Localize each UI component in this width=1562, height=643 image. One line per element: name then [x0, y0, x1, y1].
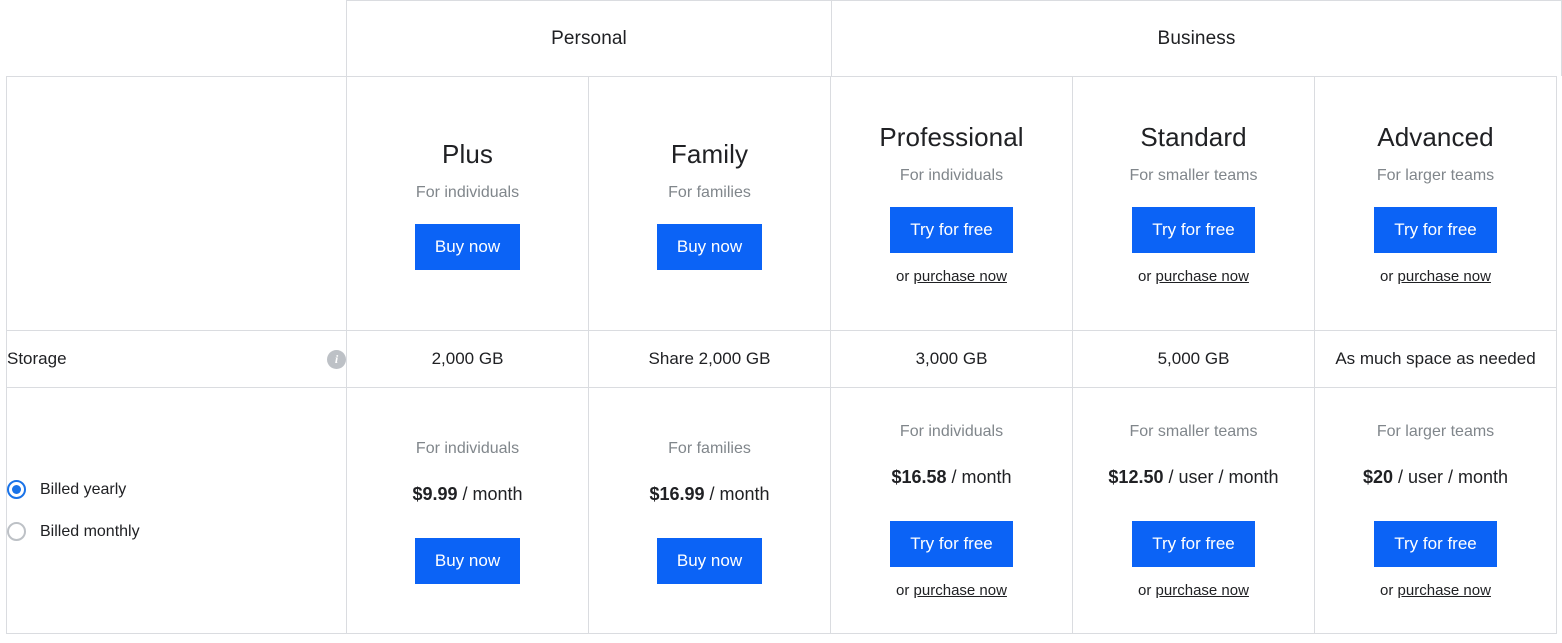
price-cell-plus: For individuals $9.99 / month Buy now	[347, 388, 589, 634]
price-cell-professional: For individuals $16.58 / month Try for f…	[831, 388, 1073, 634]
storage-value-advanced: As much space as needed	[1315, 331, 1557, 388]
group-header-spacer	[0, 0, 346, 77]
price-unit-standard: / user / month	[1169, 467, 1279, 487]
price-or-word-standard: or	[1138, 582, 1156, 599]
purchase-now-link-advanced[interactable]: purchase now	[1398, 268, 1491, 285]
price-cell-advanced: For larger teams $20 / user / month Try …	[1315, 388, 1557, 634]
price-purchase-now-link-standard[interactable]: purchase now	[1156, 582, 1249, 599]
plan-headers-empty-label-cell	[7, 77, 347, 331]
purchase-now-link-professional[interactable]: purchase now	[914, 268, 1007, 285]
storage-row-label: Storage	[7, 348, 67, 370]
plan-tagline-standard: For smaller teams	[1073, 165, 1314, 187]
storage-value-standard: 5,000 GB	[1073, 331, 1315, 388]
price-amount-advanced: $20	[1363, 467, 1393, 487]
plan-header-advanced: Advanced For larger teams Try for free o…	[1315, 77, 1557, 331]
price-line-standard: $12.50 / user / month	[1073, 465, 1314, 489]
price-tagline-plus: For individuals	[347, 438, 588, 460]
plan-group-header-row: Personal Business	[0, 0, 1562, 77]
price-purchase-now-line-advanced: or purchase now	[1315, 581, 1556, 601]
price-amount-standard: $12.50	[1108, 467, 1163, 487]
price-tagline-professional: For individuals	[831, 421, 1072, 443]
billing-option-monthly-label: Billed monthly	[40, 522, 140, 542]
price-cta-button-plus[interactable]: Buy now	[415, 538, 520, 584]
plan-tagline-advanced: For larger teams	[1315, 165, 1556, 187]
plan-group-business: Business	[831, 0, 1562, 76]
plan-group-personal-label: Personal	[551, 28, 627, 50]
purchase-now-line-professional: or purchase now	[831, 267, 1072, 287]
cta-button-professional[interactable]: Try for free	[890, 207, 1013, 253]
storage-value-professional: 3,000 GB	[831, 331, 1073, 388]
cta-button-advanced[interactable]: Try for free	[1374, 207, 1497, 253]
billing-option-monthly[interactable]: Billed monthly	[7, 522, 346, 542]
radio-icon-yearly[interactable]	[7, 480, 26, 499]
billing-option-yearly-label: Billed yearly	[40, 480, 126, 500]
price-cell-standard: For smaller teams $12.50 / user / month …	[1073, 388, 1315, 634]
plan-tagline-professional: For individuals	[831, 165, 1072, 187]
price-tagline-family: For families	[589, 438, 830, 460]
price-unit-professional: / month	[952, 467, 1012, 487]
purchase-now-link-standard[interactable]: purchase now	[1156, 268, 1249, 285]
price-amount-family: $16.99	[649, 484, 704, 504]
storage-value-plus: 2,000 GB	[347, 331, 589, 388]
plan-name-standard: Standard	[1073, 121, 1314, 153]
price-line-advanced: $20 / user / month	[1315, 465, 1556, 489]
info-icon[interactable]: i	[327, 350, 346, 369]
plan-name-family: Family	[589, 138, 830, 170]
pricing-comparison-table: Personal Business Plus For individuals B…	[0, 0, 1562, 643]
price-purchase-now-line-professional: or purchase now	[831, 581, 1072, 601]
plan-header-standard: Standard For smaller teams Try for free …	[1073, 77, 1315, 331]
plan-header-plus: Plus For individuals Buy now	[347, 77, 589, 331]
price-tagline-advanced: For larger teams	[1315, 421, 1556, 443]
price-purchase-now-link-professional[interactable]: purchase now	[914, 582, 1007, 599]
price-amount-professional: $16.58	[891, 467, 946, 487]
plan-tagline-plus: For individuals	[347, 182, 588, 204]
price-cta-button-professional[interactable]: Try for free	[890, 521, 1013, 567]
or-word-advanced: or	[1380, 268, 1398, 285]
storage-row-label-cell: Storage i	[7, 331, 347, 388]
price-unit-family: / month	[710, 484, 770, 504]
storage-value-family: Share 2,000 GB	[589, 331, 831, 388]
pricing-table: Plus For individuals Buy now Family For …	[6, 76, 1557, 634]
price-line-professional: $16.58 / month	[831, 465, 1072, 489]
price-cta-button-advanced[interactable]: Try for free	[1374, 521, 1497, 567]
plan-header-family: Family For families Buy now	[589, 77, 831, 331]
price-unit-advanced: / user / month	[1398, 467, 1508, 487]
plan-group-business-label: Business	[1158, 28, 1236, 50]
billing-cycle-cell: Billed yearly Billed monthly	[7, 388, 347, 634]
price-line-plus: $9.99 / month	[347, 482, 588, 506]
storage-row: Storage i 2,000 GB Share 2,000 GB 3,000 …	[7, 331, 1557, 388]
price-purchase-now-link-advanced[interactable]: purchase now	[1398, 582, 1491, 599]
price-or-word-advanced: or	[1380, 582, 1398, 599]
cta-button-plus[interactable]: Buy now	[415, 224, 520, 270]
price-line-family: $16.99 / month	[589, 482, 830, 506]
billing-cycle-radio-group: Billed yearly Billed monthly	[7, 480, 346, 542]
price-cell-family: For families $16.99 / month Buy now	[589, 388, 831, 634]
plan-name-advanced: Advanced	[1315, 121, 1556, 153]
price-unit-plus: / month	[463, 484, 523, 504]
or-word-standard: or	[1138, 268, 1156, 285]
plan-headers-row: Plus For individuals Buy now Family For …	[7, 77, 1557, 331]
or-word-professional: or	[896, 268, 914, 285]
plan-header-professional: Professional For individuals Try for fre…	[831, 77, 1073, 331]
cta-button-family[interactable]: Buy now	[657, 224, 762, 270]
purchase-now-line-advanced: or purchase now	[1315, 267, 1556, 287]
plan-name-plus: Plus	[347, 138, 588, 170]
plan-name-professional: Professional	[831, 121, 1072, 153]
price-or-word-professional: or	[896, 582, 914, 599]
cta-button-standard[interactable]: Try for free	[1132, 207, 1255, 253]
price-purchase-now-line-standard: or purchase now	[1073, 581, 1314, 601]
plan-tagline-family: For families	[589, 182, 830, 204]
pricing-row: Billed yearly Billed monthly For individ…	[7, 388, 1557, 634]
price-cta-button-standard[interactable]: Try for free	[1132, 521, 1255, 567]
price-tagline-standard: For smaller teams	[1073, 421, 1314, 443]
price-amount-plus: $9.99	[412, 484, 457, 504]
purchase-now-line-standard: or purchase now	[1073, 267, 1314, 287]
billing-option-yearly[interactable]: Billed yearly	[7, 480, 346, 500]
price-cta-button-family[interactable]: Buy now	[657, 538, 762, 584]
plan-group-personal: Personal	[346, 0, 831, 76]
radio-icon-monthly[interactable]	[7, 522, 26, 541]
